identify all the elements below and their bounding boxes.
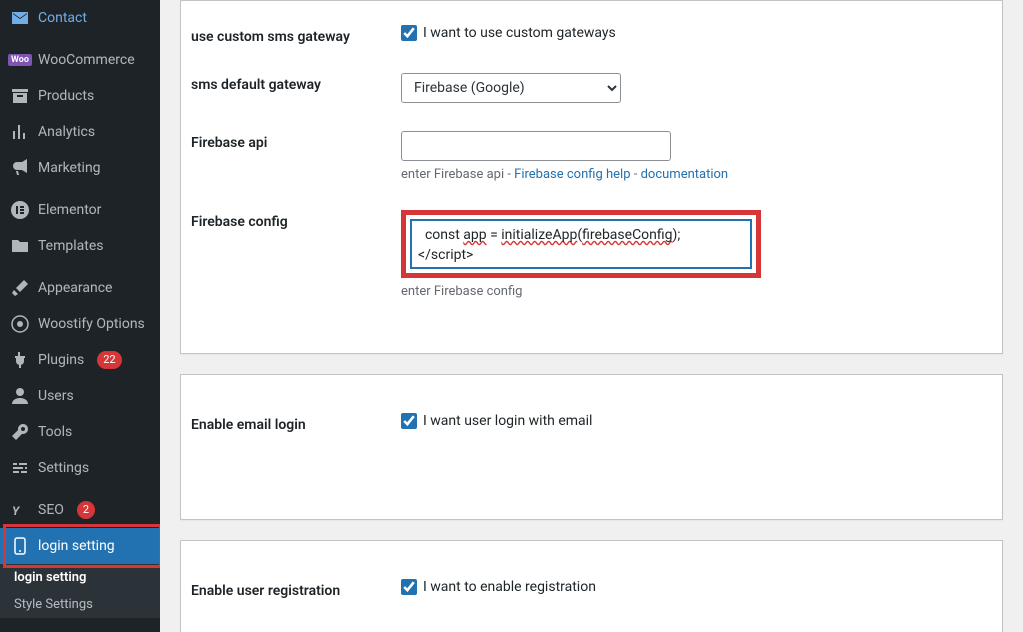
sidebar-item-marketing[interactable]: Marketing <box>0 150 160 186</box>
mobile-icon <box>10 536 30 556</box>
sidebar-item-tools[interactable]: Tools <box>0 414 160 450</box>
brush-icon <box>10 278 30 298</box>
woo-icon: Woo <box>10 50 30 70</box>
plug-icon <box>10 350 30 370</box>
sidebar-item-templates[interactable]: Templates <box>0 228 160 264</box>
seo-icon: Y <box>10 500 30 520</box>
sidebar-item-label: Appearance <box>38 280 112 296</box>
sidebar-item-plugins[interactable]: Plugins 22 <box>0 342 160 378</box>
submenu-item-login-setting[interactable]: login setting <box>0 564 160 591</box>
wrench-icon <box>10 422 30 442</box>
row-default-gateway: sms default gateway Firebase (Google) <box>181 59 1002 117</box>
input-firebase-api[interactable] <box>401 131 671 161</box>
sidebar-item-label: login setting <box>38 538 115 554</box>
sidebar-item-label: Contact <box>38 10 87 26</box>
highlight-firebase-config: const app = initializeApp(firebaseConfig… <box>401 210 761 278</box>
user-icon <box>10 386 30 406</box>
sidebar-item-label: Tools <box>38 424 72 440</box>
sliders-icon <box>10 458 30 478</box>
sidebar-item-elementor[interactable]: Elementor <box>0 192 160 228</box>
settings-panel-sms: use custom sms gateway I want to use cus… <box>180 0 1003 354</box>
sidebar-item-label: Products <box>38 88 94 104</box>
folder-icon <box>10 236 30 256</box>
row-user-registration: Enable user registration I want to enabl… <box>181 551 1002 625</box>
sidebar-item-label: Plugins <box>38 352 84 368</box>
sidebar-item-users[interactable]: Users <box>0 378 160 414</box>
svg-text:Y: Y <box>12 504 21 518</box>
label-firebase-config: Firebase config <box>191 210 401 230</box>
checkbox-custom-sms-label[interactable]: I want to use custom gateways <box>423 25 616 41</box>
sidebar-item-woocommerce[interactable]: Woo WooCommerce <box>0 42 160 78</box>
label-user-registration: Enable user registration <box>191 579 401 599</box>
link-firebase-config-help[interactable]: Firebase config help <box>514 167 630 182</box>
sidebar-item-woostify[interactable]: Woostify Options <box>0 306 160 342</box>
badge-plugins: 22 <box>97 351 121 369</box>
sidebar-item-label: Settings <box>38 460 89 476</box>
settings-panel-email: Enable email login I want user login wit… <box>180 374 1003 520</box>
label-email-login: Enable email login <box>191 413 401 433</box>
help-firebase-config: enter Firebase config <box>401 284 982 299</box>
settings-panel-registration: Enable user registration I want to enabl… <box>180 540 1003 632</box>
sidebar-item-label: WooCommerce <box>38 52 135 68</box>
admin-sidebar: Contact Woo WooCommerce Products Analytics Ma… <box>0 0 160 632</box>
sidebar-item-settings[interactable]: Settings <box>0 450 160 486</box>
elementor-icon <box>10 200 30 220</box>
mail-icon <box>10 8 30 28</box>
row-email-login: Enable email login I want user login wit… <box>181 385 1002 459</box>
row-firebase-api: Firebase api enter Firebase api - Fireba… <box>181 117 1002 196</box>
sidebar-item-analytics[interactable]: Analytics <box>0 114 160 150</box>
sidebar-item-label: Templates <box>38 238 104 254</box>
checkbox-user-registration-label[interactable]: I want to enable registration <box>423 579 596 595</box>
checkbox-email-login[interactable] <box>401 413 417 429</box>
sidebar-item-label: Users <box>38 388 74 404</box>
checkbox-user-registration[interactable] <box>401 579 417 595</box>
row-custom-sms: use custom sms gateway I want to use cus… <box>181 11 1002 59</box>
help-firebase-api: enter Firebase api - Firebase config hel… <box>401 167 982 182</box>
sidebar-item-contact[interactable]: Contact <box>0 0 160 36</box>
select-default-gateway[interactable]: Firebase (Google) <box>401 73 621 103</box>
textarea-firebase-config[interactable]: const app = initializeApp(firebaseConfig… <box>411 220 751 268</box>
label-firebase-api: Firebase api <box>191 131 401 151</box>
checkbox-email-login-label[interactable]: I want user login with email <box>423 413 592 429</box>
sidebar-item-label: Analytics <box>38 124 95 140</box>
sidebar-item-label: SEO <box>38 502 64 518</box>
archive-icon <box>10 86 30 106</box>
megaphone-icon <box>10 158 30 178</box>
sidebar-item-seo[interactable]: Y SEO 2 <box>0 492 160 528</box>
sidebar-item-products[interactable]: Products <box>0 78 160 114</box>
woostify-icon <box>10 314 30 334</box>
sidebar-item-label: Elementor <box>38 202 101 218</box>
main-content: use custom sms gateway I want to use cus… <box>160 0 1023 632</box>
sidebar-item-appearance[interactable]: Appearance <box>0 270 160 306</box>
badge-seo: 2 <box>77 501 95 519</box>
checkbox-custom-sms[interactable] <box>401 25 417 41</box>
submenu-item-style-settings[interactable]: Style Settings <box>0 591 160 618</box>
label-custom-sms: use custom sms gateway <box>191 25 401 45</box>
link-firebase-docs[interactable]: documentation <box>641 167 729 182</box>
sidebar-item-login[interactable]: login setting <box>0 528 160 564</box>
row-firebase-config: Firebase config const app = initializeAp… <box>181 196 1002 313</box>
sidebar-item-label: Woostify Options <box>38 316 145 332</box>
bars-icon <box>10 122 30 142</box>
label-default-gateway: sms default gateway <box>191 73 401 93</box>
sidebar-item-label: Marketing <box>38 160 101 176</box>
